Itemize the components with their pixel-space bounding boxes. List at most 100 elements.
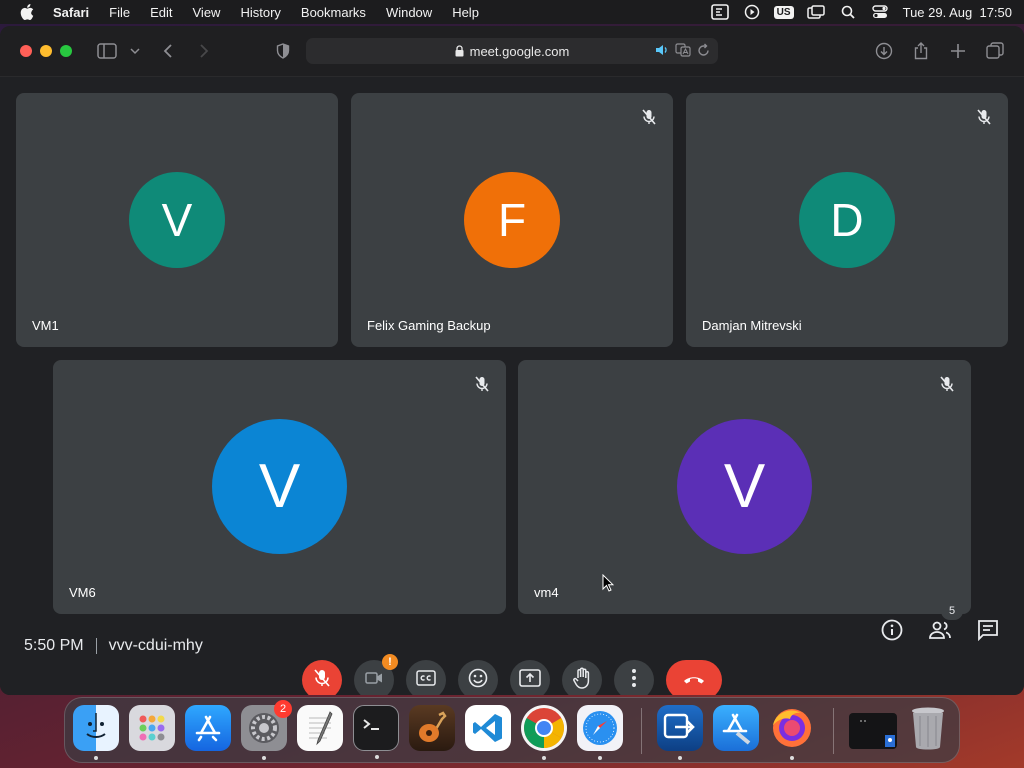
running-indicator <box>678 756 682 760</box>
mic-off-icon <box>314 668 330 692</box>
trash-icon[interactable] <box>905 705 951 751</box>
control-center-icon[interactable] <box>871 4 889 20</box>
apple-menu-icon[interactable] <box>19 4 35 20</box>
display-icon[interactable] <box>806 4 825 20</box>
reload-icon[interactable] <box>697 43 710 60</box>
zoom-window-button[interactable] <box>60 45 72 57</box>
translate-icon[interactable] <box>675 43 691 60</box>
tab-group-chevron-icon[interactable] <box>125 41 145 61</box>
present-screen-button[interactable] <box>510 660 550 695</box>
participant-count-badge: 5 <box>941 602 963 620</box>
window-controls <box>20 45 72 57</box>
mic-muted-icon <box>976 109 992 125</box>
menubar-clock[interactable]: Tue 29. Aug 17:50 <box>903 5 1012 20</box>
chat-icon <box>977 619 999 646</box>
forward-icon[interactable] <box>194 41 214 61</box>
running-indicator <box>790 756 794 760</box>
camera-off-icon <box>365 671 383 690</box>
privacy-shield-icon[interactable] <box>273 41 293 61</box>
avatar-initial: V <box>723 452 766 521</box>
minimize-window-button[interactable] <box>40 45 52 57</box>
mic-muted-icon <box>474 376 490 392</box>
spotlight-search-icon[interactable] <box>839 4 857 20</box>
menu-history[interactable]: History <box>240 5 280 20</box>
chat-button[interactable] <box>970 614 1006 650</box>
firefox-icon[interactable] <box>769 705 815 760</box>
play-status-icon[interactable] <box>743 4 761 20</box>
more-vert-icon <box>632 668 636 692</box>
safari-toolbar: meet.google.com <box>0 26 1024 77</box>
vscode-icon[interactable] <box>465 705 511 751</box>
safari-icon[interactable] <box>577 705 623 760</box>
people-icon <box>928 620 952 645</box>
end-call-icon <box>682 671 706 689</box>
raise-hand-button[interactable] <box>562 660 602 695</box>
notification-badge: 2 <box>274 700 292 718</box>
input-source-icon[interactable]: US <box>773 4 794 20</box>
chrome-icon[interactable] <box>521 705 567 760</box>
participant-avatar: F <box>464 172 560 268</box>
avatar-initial: V <box>161 194 193 246</box>
leave-call-button[interactable] <box>666 660 722 695</box>
participant-tile[interactable]: V vm4 <box>518 360 971 614</box>
microphone-toggle-button[interactable] <box>302 660 342 695</box>
app-store-icon[interactable] <box>185 705 231 751</box>
downloads-icon[interactable] <box>874 41 894 61</box>
participant-avatar: V <box>129 172 225 268</box>
present-icon <box>519 668 541 692</box>
captions-button[interactable] <box>406 660 446 695</box>
more-options-button[interactable] <box>614 660 654 695</box>
running-indicator <box>262 756 266 760</box>
audio-playing-icon[interactable] <box>655 43 669 60</box>
running-indicator <box>598 756 602 760</box>
launchpad-icon[interactable] <box>129 705 175 751</box>
participant-name: VM6 <box>69 585 96 600</box>
dock-separator <box>833 708 834 754</box>
menu-app-name[interactable]: Safari <box>53 5 89 20</box>
divider <box>95 638 97 654</box>
share-icon[interactable] <box>911 41 931 61</box>
avatar-initial: F <box>497 194 527 246</box>
sidebar-toggle-icon[interactable] <box>97 41 117 61</box>
xcode-icon[interactable] <box>713 705 759 751</box>
menu-bar: Safari File Edit View History Bookmarks … <box>0 0 1024 24</box>
participant-tile[interactable]: D Damjan Mitrevski <box>686 93 1008 347</box>
menu-window[interactable]: Window <box>386 5 432 20</box>
participant-tile[interactable]: V VM1 <box>16 93 338 347</box>
camera-toggle-button[interactable]: ! <box>354 654 398 695</box>
avatar-initial: D <box>830 194 864 246</box>
menu-help[interactable]: Help <box>452 5 479 20</box>
meeting-details-button[interactable] <box>874 614 910 650</box>
mic-muted-icon <box>939 376 955 392</box>
input-source-label: US <box>773 5 794 19</box>
lock-icon <box>455 45 464 57</box>
reactions-button[interactable] <box>458 660 498 695</box>
mouse-cursor-icon <box>602 573 615 597</box>
participant-name: vm4 <box>534 585 559 600</box>
participant-tile[interactable]: F Felix Gaming Backup <box>351 93 673 347</box>
screen-share-status-icon[interactable] <box>710 4 729 20</box>
terminal-icon[interactable] <box>353 705 399 759</box>
menu-view[interactable]: View <box>193 5 221 20</box>
migration-icon[interactable] <box>657 705 703 760</box>
emoji-icon <box>468 668 488 693</box>
meeting-time: 5:50 PM <box>24 637 84 654</box>
participant-tile[interactable]: V VM6 <box>53 360 506 614</box>
camera-warning-badge: ! <box>382 654 398 670</box>
back-icon[interactable] <box>158 41 178 61</box>
screen-sharing-icon[interactable] <box>849 713 897 749</box>
textedit-icon[interactable] <box>297 705 343 751</box>
meet-content: V VM1 F Felix Gaming Backup D Damjan Mit… <box>0 77 1024 695</box>
close-window-button[interactable] <box>20 45 32 57</box>
system-settings-icon[interactable]: 2 <box>241 700 292 760</box>
new-tab-icon[interactable] <box>948 41 968 61</box>
menu-bookmarks[interactable]: Bookmarks <box>301 5 366 20</box>
address-bar[interactable]: meet.google.com <box>306 38 718 64</box>
meeting-code[interactable]: vvv-cdui-mhy <box>109 637 203 655</box>
tab-overview-icon[interactable] <box>985 41 1005 61</box>
menu-file[interactable]: File <box>109 5 130 20</box>
finder-icon[interactable] <box>73 705 119 760</box>
hand-icon <box>573 667 591 694</box>
menu-edit[interactable]: Edit <box>150 5 172 20</box>
garageband-icon[interactable] <box>409 705 455 751</box>
